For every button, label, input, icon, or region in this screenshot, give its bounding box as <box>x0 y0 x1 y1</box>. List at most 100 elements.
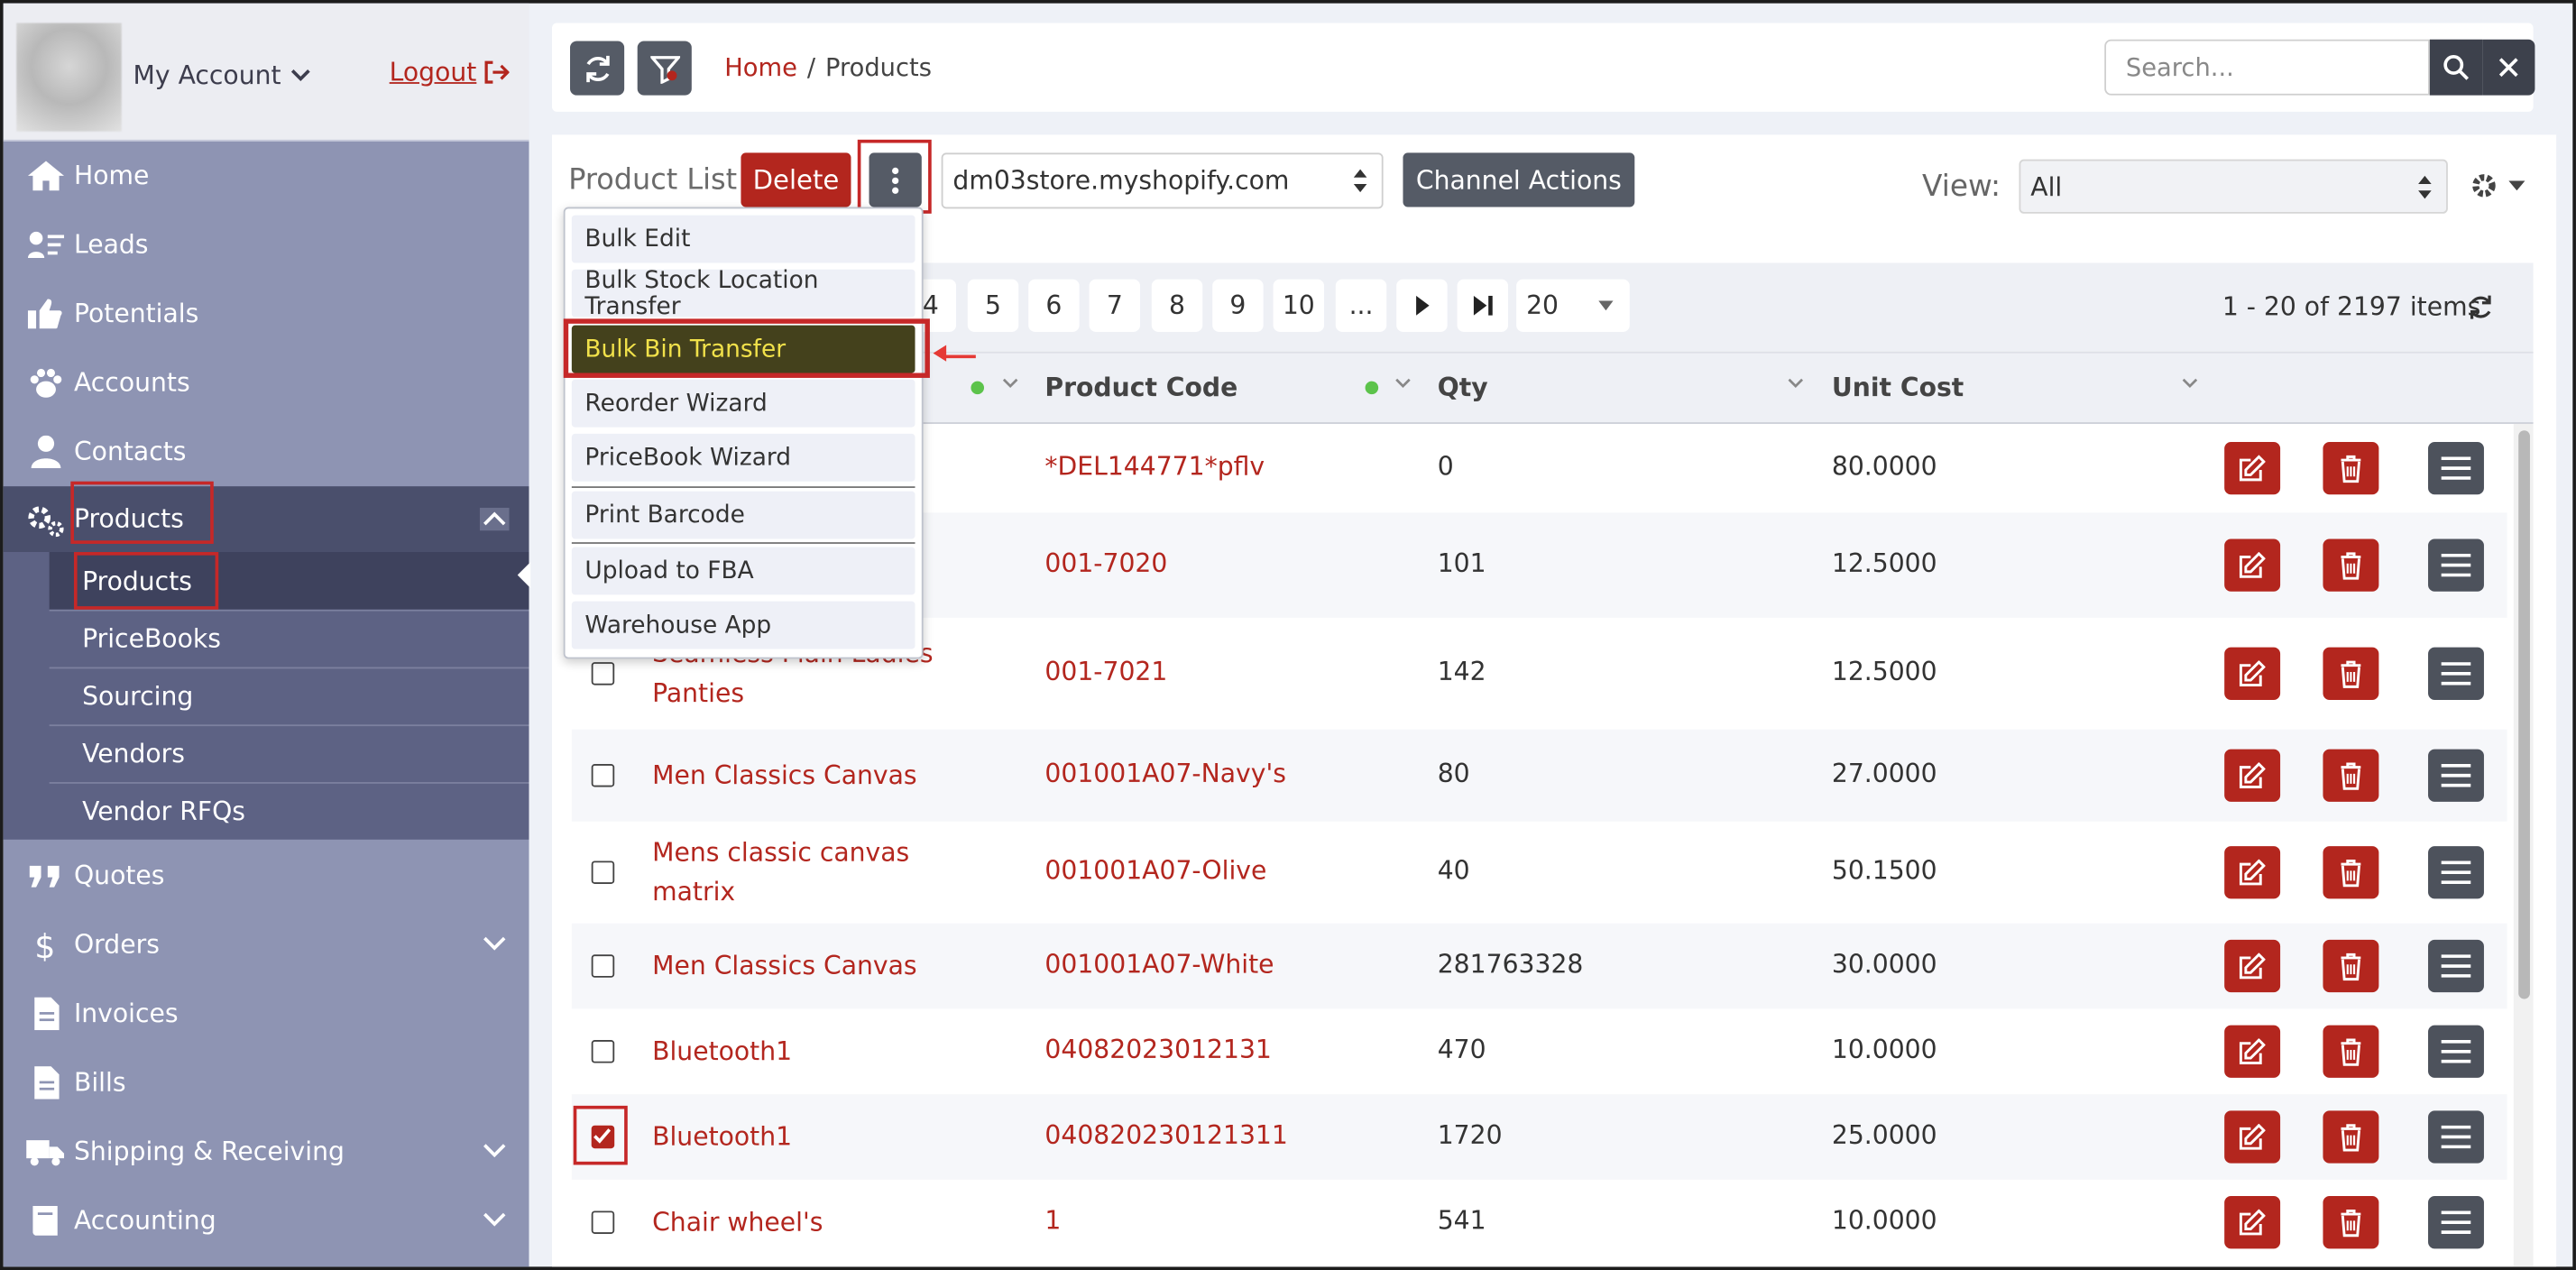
refresh-button[interactable] <box>570 41 625 96</box>
nav-products[interactable]: Products <box>3 486 529 553</box>
last-page-button[interactable] <box>1457 279 1509 332</box>
scrollbar[interactable] <box>2513 423 2534 1267</box>
menu-item-pricebook-wizard[interactable]: PriceBook Wizard <box>571 433 915 482</box>
chevron-down-icon[interactable] <box>1394 376 1411 390</box>
product-code-link[interactable]: 04082023012131 <box>1044 1035 1271 1065</box>
table-row[interactable]: Men Classics Canvas 001001A07-Navy's 80 27.… <box>571 729 2507 822</box>
column-product-code[interactable]: Product Code <box>1044 373 1237 402</box>
product-code-link[interactable]: 001-7021 <box>1044 658 1167 687</box>
delete-row-button[interactable] <box>2323 1025 2379 1078</box>
breadcrumb-home[interactable]: Home <box>724 52 797 82</box>
page-button[interactable]: 7 <box>1089 279 1141 332</box>
refresh-icon[interactable] <box>2468 294 2494 320</box>
my-account-menu[interactable]: My Account <box>133 60 311 90</box>
page-button[interactable]: 6 <box>1028 279 1080 332</box>
channel-actions-button[interactable]: Channel Actions <box>1403 152 1635 207</box>
page-button[interactable]: 10 <box>1273 279 1325 332</box>
chevron-down-icon[interactable] <box>480 1208 510 1231</box>
edit-button[interactable] <box>2224 846 2281 899</box>
chevron-up-icon[interactable] <box>479 507 510 531</box>
row-menu-button[interactable] <box>2428 846 2484 899</box>
settings-menu[interactable] <box>2470 170 2525 200</box>
product-code-link[interactable]: *DEL144771*pflv <box>1044 452 1265 482</box>
table-row[interactable]: Bluetooth1 04082023012131 470 10.0000 <box>572 1008 2507 1094</box>
product-code-link[interactable]: 001001A07-Olive <box>1044 856 1266 886</box>
nav-invoices[interactable]: Invoices <box>4 980 529 1049</box>
row-menu-button[interactable] <box>2428 939 2484 993</box>
menu-item-bulk-stock-transfer[interactable]: Bulk Stock Location Transfer <box>571 267 915 319</box>
subnav-products[interactable]: Products <box>49 552 529 610</box>
delete-row-button[interactable] <box>2323 441 2379 495</box>
chevron-down-icon[interactable] <box>480 932 510 955</box>
product-code-link[interactable]: 001-7020 <box>1044 548 1167 578</box>
table-row[interactable]: Men Classics Canvas 001001A07-White 281763… <box>571 923 2507 1009</box>
edit-button[interactable] <box>2224 1196 2281 1249</box>
nav-potentials[interactable]: Potentials <box>4 280 529 349</box>
nav-orders[interactable]: $ Orders <box>4 910 529 980</box>
scrollbar-thumb[interactable] <box>2518 430 2530 999</box>
product-code-link[interactable]: 1 <box>1044 1206 1061 1236</box>
product-name-link[interactable]: Men Classics Canvas <box>652 756 948 796</box>
delete-row-button[interactable] <box>2323 538 2379 592</box>
row-menu-button[interactable] <box>2428 1025 2484 1078</box>
product-name-link[interactable]: Chair wheel's <box>652 1202 948 1242</box>
more-actions-button[interactable] <box>869 152 922 207</box>
column-qty[interactable]: Qty <box>1438 373 1488 402</box>
avatar[interactable] <box>16 23 122 132</box>
edit-button[interactable] <box>2224 1025 2281 1078</box>
row-checkbox[interactable] <box>591 763 615 787</box>
edit-button[interactable] <box>2224 749 2281 802</box>
product-code-link[interactable]: 001001A07-Navy's <box>1044 759 1286 789</box>
chevron-down-icon[interactable] <box>1788 376 1804 390</box>
delete-row-button[interactable] <box>2323 939 2379 993</box>
product-name-link[interactable]: Bluetooth1 <box>652 1118 948 1157</box>
delete-row-button[interactable] <box>2323 1110 2379 1164</box>
table-row[interactable]: Mens classic canvas matrix 001001A07-Oliv… <box>572 822 2507 924</box>
edit-button[interactable] <box>2224 647 2281 700</box>
view-select[interactable]: All <box>2019 159 2448 214</box>
row-checkbox[interactable] <box>591 1125 615 1149</box>
column-unit-cost[interactable]: Unit Cost <box>1832 373 1964 402</box>
edit-button[interactable] <box>2224 538 2281 592</box>
next-page-button[interactable] <box>1396 279 1448 332</box>
product-code-link[interactable]: 001001A07-White <box>1044 950 1274 980</box>
row-checkbox[interactable] <box>591 1210 615 1234</box>
subnav-pricebooks[interactable]: PriceBooks <box>49 609 529 667</box>
row-menu-button[interactable] <box>2428 1196 2484 1249</box>
row-menu-button[interactable] <box>2428 538 2484 592</box>
menu-item-upload-fba[interactable]: Upload to FBA <box>571 547 915 595</box>
subnav-sourcing[interactable]: Sourcing <box>49 667 529 725</box>
edit-button[interactable] <box>2224 939 2281 993</box>
subnav-vendors[interactable]: Vendors <box>49 724 529 782</box>
store-select[interactable]: dm03store.myshopify.com <box>941 152 1384 209</box>
nav-bills[interactable]: Bills <box>4 1048 529 1118</box>
page-button[interactable]: 5 <box>967 279 1019 332</box>
delete-row-button[interactable] <box>2323 1196 2379 1249</box>
nav-accounts[interactable]: Accounts <box>4 348 529 418</box>
nav-shipping[interactable]: Shipping & Receiving <box>4 1118 529 1187</box>
subnav-vendor-rfqs[interactable]: Vendor RFQs <box>49 782 529 840</box>
product-name-link[interactable]: Bluetooth1 <box>652 1032 948 1072</box>
row-menu-button[interactable] <box>2428 647 2484 700</box>
page-button[interactable]: 9 <box>1212 279 1264 332</box>
nav-accounting[interactable]: Accounting <box>4 1186 529 1256</box>
nav-quotes[interactable]: Quotes <box>4 842 529 911</box>
page-ellipsis[interactable]: ... <box>1335 279 1387 332</box>
edit-button[interactable] <box>2224 1110 2281 1164</box>
row-checkbox[interactable] <box>591 662 615 686</box>
table-row[interactable]: Chair wheel's 1 541 10.0000 <box>572 1180 2507 1265</box>
search-button[interactable] <box>2429 39 2483 96</box>
product-name-link[interactable]: Men Classics Canvas <box>652 946 948 986</box>
menu-item-print-barcode[interactable]: Print Barcode <box>571 491 915 539</box>
row-checkbox[interactable] <box>591 954 615 978</box>
edit-button[interactable] <box>2224 441 2281 495</box>
filter-button[interactable] <box>637 41 692 96</box>
chevron-down-icon[interactable] <box>480 1138 510 1162</box>
table-row[interactable]: Bluetooth1 040820230121311 1720 25.0000 <box>571 1094 2507 1180</box>
page-size-select[interactable]: 20 <box>1516 279 1630 332</box>
row-checkbox[interactable] <box>591 1040 615 1063</box>
row-checkbox[interactable] <box>591 860 615 884</box>
delete-row-button[interactable] <box>2323 647 2379 700</box>
delete-row-button[interactable] <box>2323 749 2379 802</box>
delete-button[interactable]: Delete <box>741 152 851 207</box>
